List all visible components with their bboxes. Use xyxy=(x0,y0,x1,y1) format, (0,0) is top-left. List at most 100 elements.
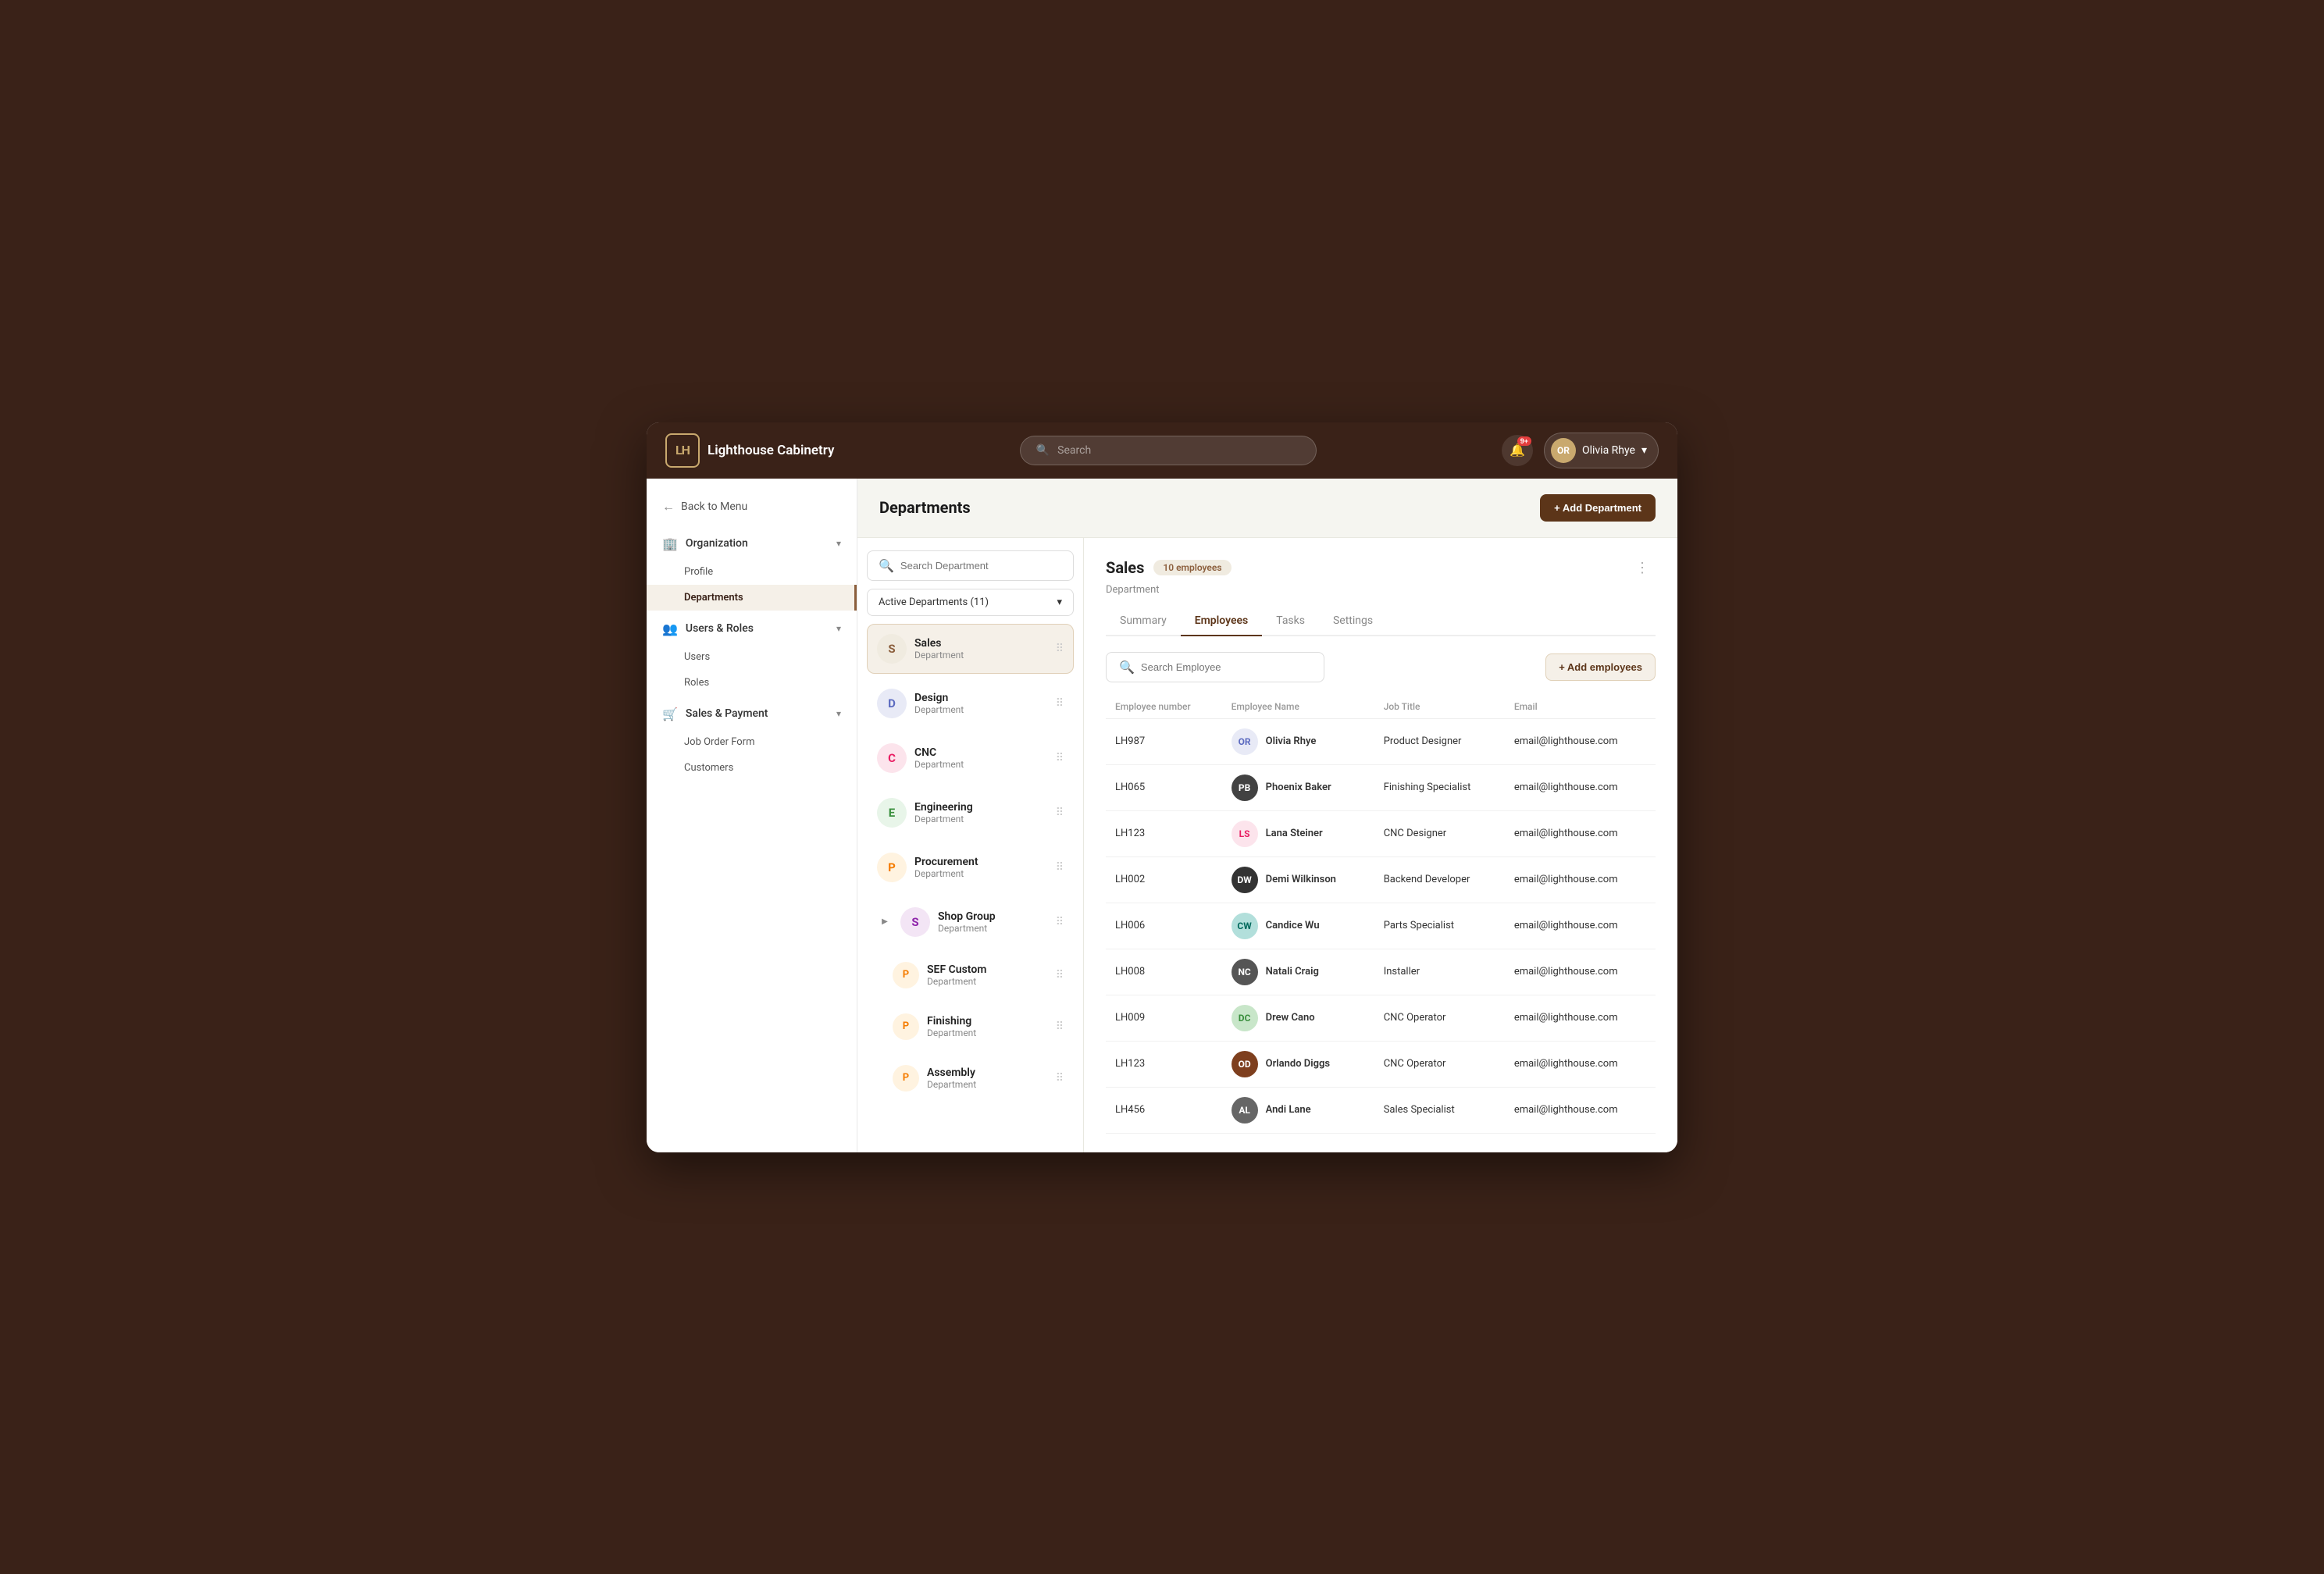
emp-job-cell: Parts Specialist xyxy=(1374,903,1505,949)
add-employees-button[interactable]: + Add employees xyxy=(1545,653,1656,681)
department-item-design[interactable]: D Design Department ⠿ xyxy=(867,678,1074,728)
dept-avatar-sefcustom: P xyxy=(893,962,919,988)
emp-job-cell: Backend Developer xyxy=(1374,856,1505,903)
emp-email-cell: email@lighthouse.com xyxy=(1505,903,1656,949)
page-title: Departments xyxy=(879,498,971,517)
main-layout: ← Back to Menu 🏢 Organization ▾ Profile … xyxy=(647,479,1677,1152)
sidebar-group-users-roles[interactable]: 👥 Users & Roles ▾ xyxy=(647,614,857,644)
emp-id-cell: LH123 xyxy=(1106,1041,1222,1087)
employee-search-box[interactable]: 🔍 xyxy=(1106,652,1324,682)
emp-email-cell: email@lighthouse.com xyxy=(1505,810,1656,856)
department-search-box[interactable]: 🔍 xyxy=(867,550,1074,581)
sidebar-item-profile[interactable]: Profile xyxy=(647,559,857,585)
tab-tasks[interactable]: Tasks xyxy=(1262,607,1319,636)
department-item-shopgroup[interactable]: ▶ S Shop Group Department ⠿ xyxy=(867,897,1074,947)
emp-id-cell: LH009 xyxy=(1106,995,1222,1041)
emp-id-cell: LH008 xyxy=(1106,949,1222,995)
employee-avatar: LS xyxy=(1232,821,1258,847)
chevron-down-icon-3: ▾ xyxy=(836,708,841,719)
emp-job-cell: CNC Operator xyxy=(1374,1041,1505,1087)
department-item-sales[interactable]: S Sales Department ⠿ xyxy=(867,624,1074,674)
more-options-button[interactable]: ⋮ xyxy=(1629,557,1656,579)
employee-name: Candice Wu xyxy=(1266,920,1320,931)
user-menu-button[interactable]: OR Olivia Rhye ▾ xyxy=(1544,433,1659,468)
notifications-button[interactable]: 🔔 9+ xyxy=(1502,435,1533,466)
employee-search-input[interactable] xyxy=(1141,661,1311,673)
global-search-bar[interactable]: 🔍 Search xyxy=(1020,436,1317,465)
drag-handle-icon-3[interactable]: ⠿ xyxy=(1056,752,1064,764)
search-placeholder: Search xyxy=(1057,444,1091,457)
emp-job-cell: CNC Operator xyxy=(1374,995,1505,1041)
tab-settings[interactable]: Settings xyxy=(1319,607,1387,636)
dept-avatar-finishing: P xyxy=(893,1013,919,1040)
employee-name: Phoenix Baker xyxy=(1266,782,1331,793)
employee-name: Lana Steiner xyxy=(1266,828,1323,839)
emp-id-cell: LH002 xyxy=(1106,856,1222,903)
department-item-sefcustom[interactable]: P SEF Custom Department ⠿ xyxy=(882,952,1074,999)
department-item-procurement[interactable]: P Procurement Department ⠿ xyxy=(867,842,1074,892)
department-item-cnc[interactable]: C CNC Department ⠿ xyxy=(867,733,1074,783)
drag-handle-icon-6[interactable]: ⠿ xyxy=(1056,916,1064,928)
department-item-assembly[interactable]: P Assembly Department ⠿ xyxy=(882,1055,1074,1102)
department-filter-dropdown[interactable]: Active Departments (11) ▾ xyxy=(867,589,1074,616)
sidebar-group-sales[interactable]: 🛒 Sales & Payment ▾ xyxy=(647,699,857,729)
employee-avatar: DW xyxy=(1232,867,1258,893)
emp-email-cell: email@lighthouse.com xyxy=(1505,718,1656,764)
drag-handle-icon-5[interactable]: ⠿ xyxy=(1056,861,1064,874)
dept-avatar-engineering: E xyxy=(877,798,907,828)
employees-table: Employee number Employee Name Job Title … xyxy=(1106,695,1656,1134)
table-row: LH008 NC Natali Craig Installer email@li… xyxy=(1106,949,1656,995)
sidebar-item-users[interactable]: Users xyxy=(647,644,857,670)
sidebar-item-departments[interactable]: Departments xyxy=(647,585,857,611)
table-row: LH987 OR Olivia Rhye Product Designer em… xyxy=(1106,718,1656,764)
emp-email-cell: email@lighthouse.com xyxy=(1505,1041,1656,1087)
dept-avatar-cnc: C xyxy=(877,743,907,773)
detail-dept-label: Department xyxy=(1106,584,1656,596)
sidebar-item-roles[interactable]: Roles xyxy=(647,670,857,696)
col-header-emp-name: Employee Name xyxy=(1222,695,1374,719)
drag-handle-icon-4[interactable]: ⠿ xyxy=(1056,807,1064,819)
emp-name-cell: DC Drew Cano xyxy=(1222,995,1374,1041)
department-item-engineering[interactable]: E Engineering Department ⠿ xyxy=(867,788,1074,838)
search-icon-dept: 🔍 xyxy=(879,558,894,573)
user-avatar: OR xyxy=(1551,438,1576,463)
drag-handle-icon-2[interactable]: ⠿ xyxy=(1056,697,1064,710)
department-list: S Sales Department ⠿ D Design xyxy=(867,624,1074,1102)
drag-handle-icon-9[interactable]: ⠿ xyxy=(1056,1072,1064,1084)
detail-dept-name: Sales xyxy=(1106,558,1144,577)
drag-handle-icon[interactable]: ⠿ xyxy=(1056,643,1064,655)
table-row: LH456 AL Andi Lane Sales Specialist emai… xyxy=(1106,1087,1656,1133)
emp-name-cell: DW Demi Wilkinson xyxy=(1222,856,1374,903)
emp-job-cell: Sales Specialist xyxy=(1374,1087,1505,1133)
col-header-job-title: Job Title xyxy=(1374,695,1505,719)
back-to-menu-button[interactable]: ← Back to Menu xyxy=(647,491,857,522)
detail-header: Sales 10 employees ⋮ xyxy=(1106,557,1656,579)
emp-name-cell: CW Candice Wu xyxy=(1222,903,1374,949)
drag-handle-icon-7[interactable]: ⠿ xyxy=(1056,969,1064,981)
table-row: LH006 CW Candice Wu Parts Specialist ema… xyxy=(1106,903,1656,949)
employee-name: Natali Craig xyxy=(1266,966,1319,978)
emp-name-cell: AL Andi Lane xyxy=(1222,1087,1374,1133)
department-search-input[interactable] xyxy=(900,560,1062,572)
expand-icon[interactable]: ▶ xyxy=(877,914,893,930)
emp-name-cell: PB Phoenix Baker xyxy=(1222,764,1374,810)
employee-avatar: OR xyxy=(1232,728,1258,755)
tab-employees[interactable]: Employees xyxy=(1181,607,1263,636)
tab-summary[interactable]: Summary xyxy=(1106,607,1181,636)
emp-email-cell: email@lighthouse.com xyxy=(1505,856,1656,903)
table-row: LH009 DC Drew Cano CNC Operator email@li… xyxy=(1106,995,1656,1041)
department-item-finishing[interactable]: P Finishing Department ⠿ xyxy=(882,1003,1074,1050)
sidebar-item-job-order[interactable]: Job Order Form xyxy=(647,729,857,755)
sidebar-group-organization[interactable]: 🏢 Organization ▾ xyxy=(647,529,857,559)
sidebar-item-customers[interactable]: Customers xyxy=(647,755,857,781)
emp-job-cell: Product Designer xyxy=(1374,718,1505,764)
add-department-button[interactable]: + Add Department xyxy=(1540,494,1656,522)
col-header-email: Email xyxy=(1505,695,1656,719)
drag-handle-icon-8[interactable]: ⠿ xyxy=(1056,1020,1064,1033)
emp-email-cell: email@lighthouse.com xyxy=(1505,949,1656,995)
app-window: LH Lighthouse Cabinetry 🔍 Search 🔔 9+ OR… xyxy=(647,422,1677,1152)
sidebar-section-sales: 🛒 Sales & Payment ▾ Job Order Form Custo… xyxy=(647,699,857,781)
sidebar: ← Back to Menu 🏢 Organization ▾ Profile … xyxy=(647,479,857,1152)
topbar-actions: 🔔 9+ OR Olivia Rhye ▾ xyxy=(1502,433,1659,468)
employee-avatar: PB xyxy=(1232,775,1258,801)
